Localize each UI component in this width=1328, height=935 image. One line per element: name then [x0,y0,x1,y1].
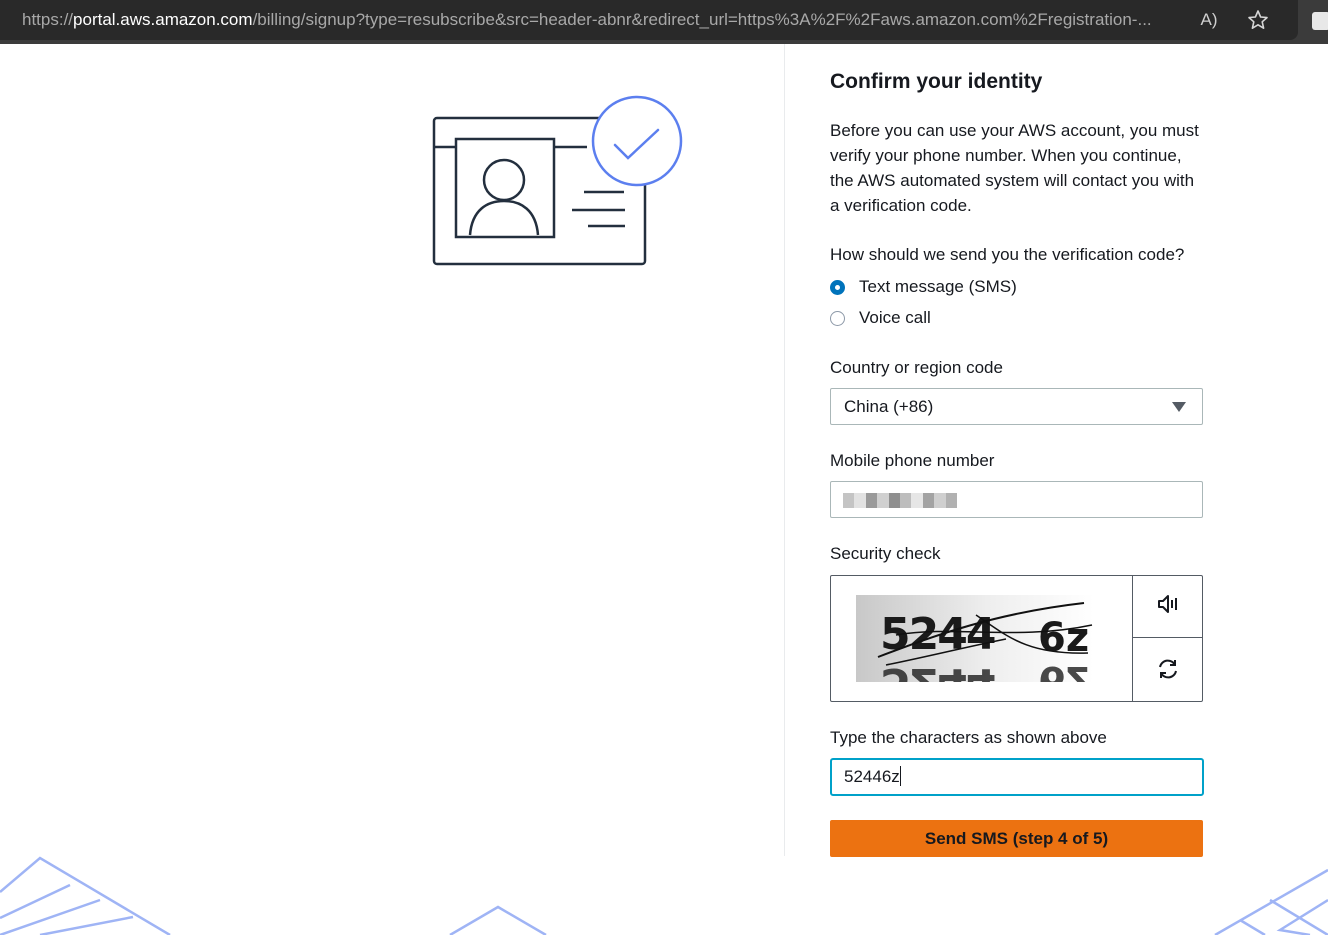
url-text[interactable]: https://portal.aws.amazon.com/billing/si… [22,10,1187,30]
country-select[interactable]: China (+86) [830,388,1203,425]
svg-text:6z: 6z [1038,657,1089,682]
intro-text: Before you can use your AWS account, you… [830,121,1199,215]
captcha-box: 5244 6z 5244 6z [830,575,1203,702]
captcha-answer-label: Type the characters as shown above [830,728,1107,747]
radio-sms-label[interactable]: Text message (SMS) [859,275,1017,299]
extension-icon[interactable] [1312,12,1328,30]
captcha-refresh-button[interactable] [1132,638,1203,702]
identity-illustration [432,95,683,266]
url-field[interactable]: https://portal.aws.amazon.com/billing/si… [0,0,1298,40]
captcha-answer-input[interactable]: 52446z [830,758,1204,796]
country-value: China (+86) [844,397,934,416]
redacted-phone-value [843,493,958,508]
radio-sms-row[interactable]: Text message (SMS) [830,275,1017,299]
phone-label: Mobile phone number [830,451,995,470]
captcha-audio-button[interactable] [1132,576,1203,638]
browser-address-bar: https://portal.aws.amazon.com/billing/si… [0,0,1328,44]
speaker-icon [1158,595,1177,613]
radio-voice[interactable] [830,310,845,326]
text-cursor [899,766,901,786]
read-aloud-icon[interactable]: A) [1197,8,1221,32]
captcha-answer-value: 52446z [844,767,900,786]
security-check-label: Security check [830,544,941,563]
svg-text:6z: 6z [1038,615,1089,661]
radio-voice-label[interactable]: Voice call [859,306,931,330]
radio-voice-row[interactable]: Voice call [830,306,931,330]
refresh-icon [1159,659,1177,679]
captcha-image: 5244 6z 5244 6z [856,595,1094,682]
phone-input[interactable] [830,481,1203,518]
decorative-background-lines [0,856,1328,935]
radio-sms[interactable] [830,279,845,295]
country-label: Country or region code [830,358,1003,377]
page-title: Confirm your identity [830,70,1043,93]
caret-down-icon [1172,402,1186,412]
svg-text:5244: 5244 [880,658,995,682]
favorite-star-icon[interactable] [1246,8,1270,32]
method-question: How should we send you the verification … [830,245,1185,264]
column-divider [784,44,785,856]
